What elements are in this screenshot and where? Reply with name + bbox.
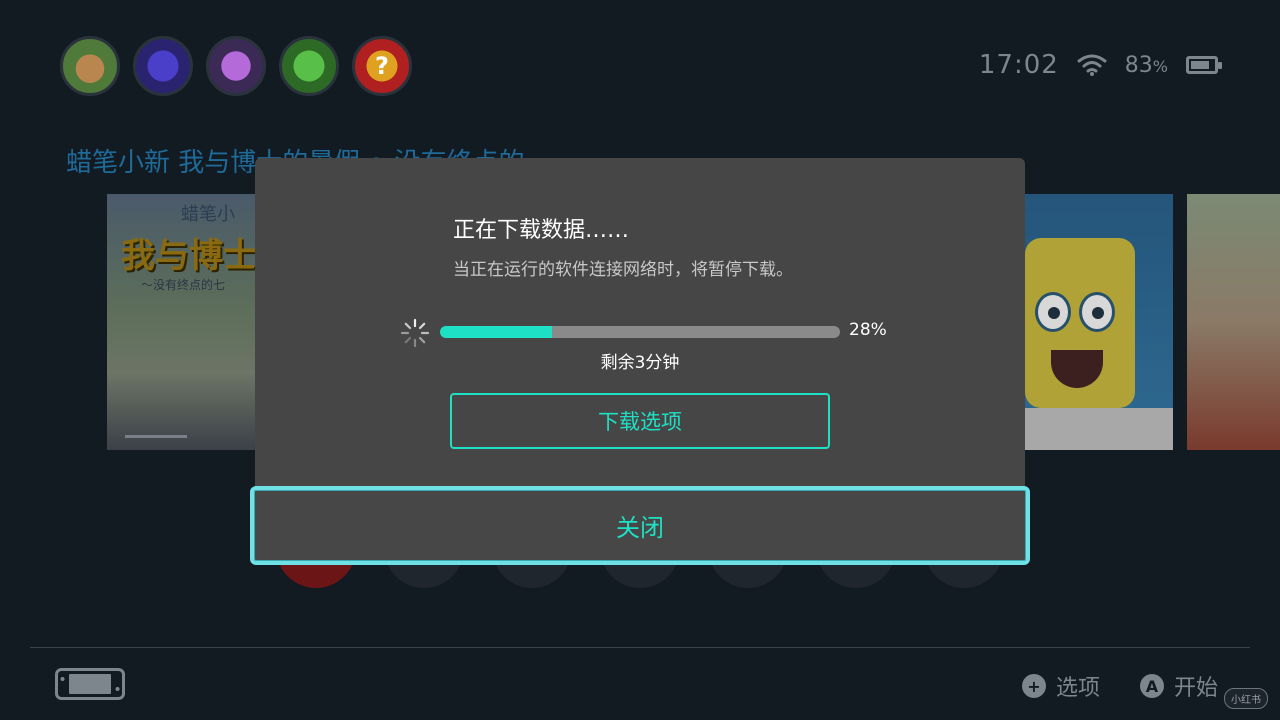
close-button[interactable]: 关闭 bbox=[250, 486, 1030, 565]
clock: 17:02 bbox=[978, 50, 1059, 80]
avatar-glyph bbox=[209, 39, 263, 93]
system-status: 17:02 83% bbox=[978, 50, 1222, 80]
user-avatar[interactable]: ? bbox=[352, 36, 412, 96]
start-label: 开始 bbox=[1173, 676, 1218, 701]
download-progress-fill bbox=[440, 326, 552, 338]
footer-actions: + 选项 A 开始 bbox=[1021, 670, 1218, 702]
game-tile[interactable] bbox=[1023, 194, 1173, 450]
dialog-title: 正在下载数据…… bbox=[453, 218, 630, 243]
wifi-icon bbox=[1077, 54, 1107, 76]
user-avatars: ? bbox=[60, 36, 412, 96]
battery-fill bbox=[1191, 61, 1209, 69]
tile-art-shirt bbox=[1023, 408, 1173, 450]
controller-icon bbox=[55, 668, 125, 700]
tile-art-eye bbox=[1035, 292, 1071, 332]
tile-title: 我与博士的 bbox=[121, 236, 257, 276]
tile-art-eye bbox=[1079, 292, 1115, 332]
plus-button-icon: + bbox=[1021, 674, 1046, 698]
game-tile[interactable]: 蜡笔小 我与博士的 ～没有终点的七 bbox=[107, 194, 257, 450]
battery-icon bbox=[1186, 56, 1222, 74]
user-avatar[interactable] bbox=[60, 36, 120, 96]
avatar-glyph bbox=[63, 39, 117, 93]
time-remaining: 剩余3分钟 bbox=[600, 353, 680, 373]
user-avatar[interactable] bbox=[133, 36, 193, 96]
dialog-subtitle: 当正在运行的软件连接网络时，将暂停下载。 bbox=[453, 260, 793, 280]
loading-spinner-icon bbox=[400, 318, 430, 348]
user-avatar[interactable] bbox=[279, 36, 339, 96]
download-progress-bar bbox=[440, 326, 840, 338]
download-dialog: 正在下载数据…… 当正在运行的软件连接网络时，将暂停下载。 28% 剩余3分钟 … bbox=[255, 158, 1025, 488]
avatar-glyph: ? bbox=[375, 52, 389, 80]
game-tile[interactable] bbox=[1187, 194, 1280, 450]
download-options-button[interactable]: 下载选项 bbox=[450, 393, 830, 449]
a-button-icon: A bbox=[1139, 674, 1164, 698]
tile-title-small: 蜡笔小 bbox=[181, 204, 235, 225]
user-avatar[interactable] bbox=[206, 36, 266, 96]
avatar-glyph bbox=[282, 39, 336, 93]
tile-art bbox=[1025, 238, 1135, 408]
options-label: 选项 bbox=[1055, 676, 1100, 701]
footer-divider bbox=[30, 647, 1250, 648]
battery-percent: 83% bbox=[1124, 52, 1168, 78]
download-progress-percent: 28% bbox=[849, 320, 887, 340]
options-action[interactable]: + 选项 bbox=[1021, 670, 1100, 702]
avatar-glyph bbox=[136, 39, 190, 93]
watermark: 小红书 bbox=[1224, 688, 1268, 709]
tile-subtitle: ～没有终点的七 bbox=[141, 278, 226, 292]
start-action[interactable]: A 开始 bbox=[1139, 670, 1218, 702]
tile-art-mouth bbox=[1051, 350, 1103, 388]
tile-progress bbox=[125, 435, 187, 438]
